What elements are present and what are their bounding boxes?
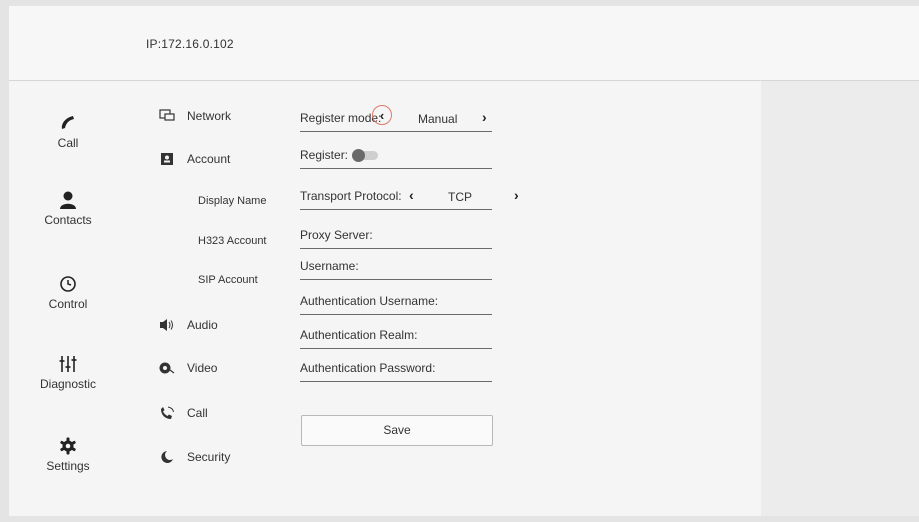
nav-call-label: Call (57, 136, 79, 150)
menu-account[interactable]: Account (159, 152, 230, 166)
nav-contacts[interactable]: Contacts (26, 190, 110, 227)
menu-audio[interactable]: Audio (159, 318, 218, 332)
auth-username-field[interactable]: Authentication Username: (300, 292, 492, 315)
transport-next-button[interactable]: › (514, 187, 519, 203)
person-icon (60, 191, 76, 209)
username-label: Username: (300, 259, 359, 273)
ip-address: IP:172.16.0.102 (146, 37, 234, 51)
camera-icon (159, 361, 175, 375)
nav-contacts-label: Contacts (44, 213, 92, 227)
auth-password-label: Authentication Password: (300, 361, 436, 375)
proxy-server-label: Proxy Server: (300, 228, 373, 242)
shield-icon (159, 450, 175, 464)
register-row: Register: (300, 146, 492, 169)
phone-icon (61, 116, 74, 129)
menu-security[interactable]: Security (159, 450, 230, 464)
menu-video-label: Video (187, 361, 218, 375)
username-field[interactable]: Username: (300, 257, 492, 280)
nav-diagnostic-label: Diagnostic (39, 377, 97, 391)
nav-control-label: Control (48, 297, 88, 311)
auth-realm-field[interactable]: Authentication Realm: (300, 326, 492, 349)
register-label: Register: (300, 148, 349, 162)
app-window: IP:172.16.0.102 Call Contacts Control Di… (9, 6, 919, 516)
auth-password-field[interactable]: Authentication Password: (300, 359, 492, 382)
menu-call[interactable]: Call (159, 406, 208, 420)
sliders-icon (59, 356, 77, 372)
nav-call[interactable]: Call (26, 113, 110, 150)
menu-audio-label: Audio (187, 318, 218, 332)
nav-settings-label: Settings (46, 459, 90, 473)
transport-value: TCP (448, 190, 472, 204)
monitor-icon (159, 109, 175, 123)
submenu-h323-account[interactable]: H323 Account (198, 235, 267, 247)
register-mode-prev-button[interactable]: ‹ (372, 105, 392, 125)
nav-settings[interactable]: Settings (26, 436, 110, 473)
submenu-sip-account[interactable]: SIP Account (198, 274, 258, 286)
menu-network[interactable]: Network (159, 109, 231, 123)
register-mode-row: Register mode: ‹ Manual › (300, 105, 492, 132)
header-bar: IP:172.16.0.102 (9, 6, 919, 81)
menu-network-label: Network (187, 109, 232, 123)
transport-protocol-label: Transport Protocol: (300, 189, 402, 203)
auth-realm-label: Authentication Realm: (300, 328, 418, 342)
proxy-server-field[interactable]: Proxy Server: (300, 226, 492, 249)
menu-video[interactable]: Video (159, 361, 217, 375)
register-mode-label: Register mode: (300, 111, 382, 125)
submenu-display-name[interactable]: Display Name (198, 195, 266, 207)
id-card-icon (159, 152, 175, 166)
call-phone-icon (159, 406, 175, 420)
menu-account-label: Account (187, 152, 231, 166)
clock-icon (60, 276, 76, 292)
nav-diagnostic[interactable]: Diagnostic (26, 354, 110, 391)
transport-protocol-row: Transport Protocol: ‹ TCP › (300, 187, 519, 210)
register-toggle-knob (352, 149, 365, 162)
speaker-icon (159, 318, 175, 332)
gear-icon (60, 437, 76, 455)
register-toggle[interactable] (352, 149, 378, 162)
menu-call-label: Call (187, 406, 208, 420)
right-panel (761, 81, 919, 516)
register-mode-value: Manual (418, 112, 458, 126)
save-button[interactable]: Save (301, 415, 493, 446)
nav-control[interactable]: Control (26, 274, 110, 311)
transport-prev-button[interactable]: ‹ (409, 187, 414, 203)
menu-security-label: Security (187, 450, 231, 464)
auth-username-label: Authentication Username: (300, 294, 439, 308)
register-mode-next-button[interactable]: › (482, 109, 487, 125)
